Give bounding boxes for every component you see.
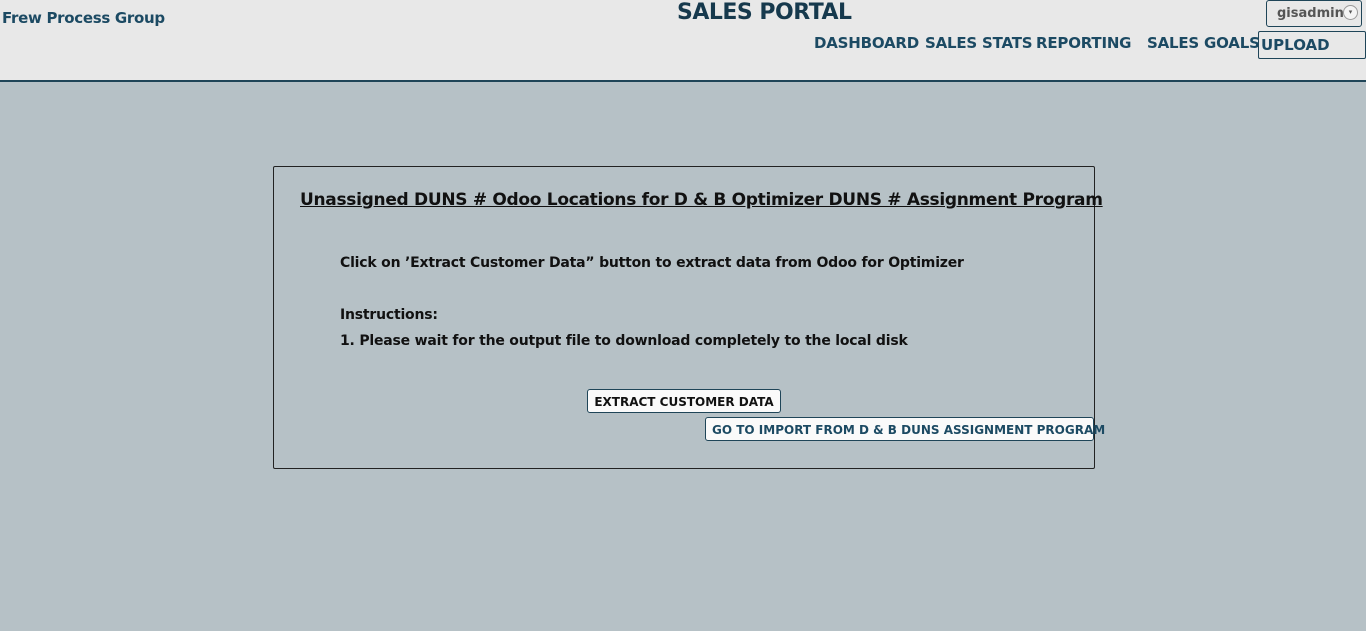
instructions-heading: Instructions:: [340, 307, 438, 323]
go-to-import-button[interactable]: GO TO IMPORT FROM D & B DUNS ASSIGNMENT …: [705, 417, 1105, 441]
nav-sales-stats[interactable]: SALES STATS: [925, 34, 1033, 52]
nav-reporting[interactable]: REPORTING: [1036, 34, 1132, 52]
nav-dashboard[interactable]: DASHBOARD: [814, 34, 919, 52]
chevron-down-icon[interactable]: ▾: [1343, 5, 1358, 20]
company-name[interactable]: Frew Process Group: [2, 9, 165, 27]
portal-title: SALES PORTAL: [677, 0, 852, 25]
extract-customer-data-button[interactable]: EXTRACT CUSTOMER DATA: [587, 389, 781, 413]
intro-text: Click on ’Extract Customer Data” button …: [340, 255, 964, 271]
user-menu[interactable]: gisadmin ▾: [1266, 0, 1362, 27]
user-name: gisadmin: [1277, 6, 1344, 21]
panel-title: Unassigned DUNS # Odoo Locations for D &…: [300, 190, 1103, 210]
instruction-item: 1. Please wait for the output file to do…: [340, 333, 908, 349]
nav-upload[interactable]: UPLOAD: [1258, 31, 1366, 59]
top-header: Frew Process Group SALES PORTAL gisadmin…: [0, 0, 1366, 82]
nav-sales-goals[interactable]: SALES GOALS: [1147, 34, 1260, 52]
